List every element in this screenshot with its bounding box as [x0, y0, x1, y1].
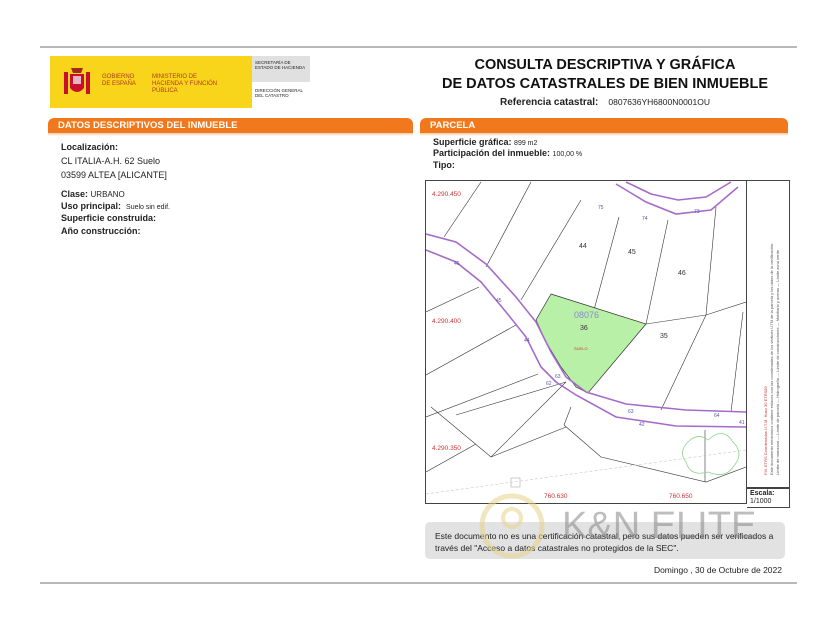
secretaria-label: SECRETARÍA DE ESTADO DE HACIENDA — [252, 56, 310, 82]
map-scale: Escala: 1/1000 — [747, 488, 790, 508]
participacion-row: Participación del inmueble: 100,00 % — [433, 148, 582, 160]
map-marker-icon — [510, 477, 521, 488]
legend-text: FM. ETRS Coordenadas U.T.M. Huso 30 ETRS… — [763, 185, 781, 475]
coord-x-label: 760.630 — [544, 493, 568, 500]
parcel-label: 36 — [580, 325, 588, 332]
ref-label: Referencia catastral: — [500, 97, 599, 108]
coord-x-label: 760.650 — [669, 493, 693, 500]
tipo-label: Tipo: — [433, 160, 455, 170]
cadastral-map[interactable]: 4.290.450 4.290.400 4.290.350 760.630 76… — [425, 180, 747, 504]
page-title-line1: CONSULTA DESCRIPTIVA Y GRÁFICA — [474, 57, 736, 73]
uso-label: Uso principal: — [61, 201, 122, 211]
coat-of-arms-icon — [64, 68, 90, 94]
gobierno-logo: GOBIERNO DE ESPAÑA MINISTERIO DE HACIEND… — [50, 56, 252, 108]
bottom-rule — [40, 582, 797, 584]
coord-y-label: 4.290.400 — [432, 318, 461, 325]
svg-text:63: 63 — [555, 374, 561, 380]
clase-label: Clase: — [61, 189, 89, 199]
subject-parcel-use: SUELO — [574, 346, 588, 351]
uso-row: Uso principal: Suelo sin edif. — [61, 201, 170, 213]
section-header-parcela: PARCELA — [420, 118, 788, 136]
subject-parcel-ref: 08076 — [574, 310, 599, 320]
parcel-label: 45 — [628, 249, 636, 256]
clase-row: Clase: URBANO — [61, 189, 125, 200]
svg-text:41: 41 — [739, 420, 745, 426]
superficie-construida-label: Superficie construida: — [61, 213, 157, 223]
uso-value: Suelo sin edif. — [126, 204, 171, 211]
ministerio-text: MINISTERIO DE HACIENDA Y FUNCIÓN PÚBLICA — [152, 74, 218, 94]
address-line2: 03599 ALTEA [ALICANTE] — [61, 170, 167, 180]
coord-y-label: 4.290.350 — [432, 445, 461, 452]
map-legend: FM. ETRS Coordenadas U.T.M. Huso 30 ETRS… — [747, 180, 790, 488]
page-title-line2: DE DATOS CATASTRALES DE BIEN INMUEBLE — [442, 76, 768, 92]
svg-text:62: 62 — [546, 381, 552, 387]
localizacion-label: Localización: — [61, 142, 119, 152]
direccion-label: DIRECCIÓN GENERAL DEL CATASTRO — [255, 88, 303, 98]
section-header-inmueble: DATOS DESCRIPTIVOS DEL INMUEBLE — [48, 118, 413, 136]
dashed-line — [426, 449, 746, 495]
anio-construccion-label: Año construcción: — [61, 226, 141, 236]
scale-value: 1/1000 — [750, 498, 772, 505]
ref-value: 0807636YH6800N0001OU — [608, 97, 710, 107]
participacion-label: Participación del inmueble: — [433, 148, 551, 158]
superficie-grafica-label: Superficie gráfica: — [433, 137, 512, 147]
parcel-label: 46 — [678, 270, 686, 277]
scale-label: Escala: — [750, 490, 775, 497]
top-rule — [40, 46, 797, 48]
svg-text:45: 45 — [496, 298, 502, 304]
green-zone — [682, 433, 740, 475]
svg-text:44: 44 — [524, 338, 530, 344]
legend-items: Límite de manzana — Límite de parcela — … — [775, 249, 780, 475]
gobierno-text: GOBIERNO DE ESPAÑA — [102, 74, 136, 87]
verification-notice: Este documento no es una certificación c… — [425, 522, 785, 559]
svg-text:46: 46 — [454, 261, 460, 267]
parcel-label: 35 — [660, 333, 668, 340]
referencia-catastral: Referencia catastral: 0807636YH6800N0001O… — [420, 97, 790, 108]
svg-text:73: 73 — [694, 209, 700, 215]
participacion-value: 100,00 % — [552, 151, 583, 158]
parcel-label: 44 — [579, 243, 587, 250]
svg-text:64: 64 — [714, 413, 720, 419]
address-line1: CL ITALIA-A.H. 62 Suelo — [61, 156, 161, 166]
svg-text:42: 42 — [639, 422, 645, 428]
svg-text:75: 75 — [598, 205, 604, 211]
svg-text:74: 74 — [642, 216, 648, 222]
svg-text:63: 63 — [628, 409, 634, 415]
clase-value: URBANO — [90, 190, 125, 199]
superficie-grafica-value: 899 m2 — [514, 140, 538, 147]
coord-y-label: 4.290.450 — [432, 191, 461, 198]
document-date: Domingo , 30 de Octubre de 2022 — [653, 565, 782, 575]
